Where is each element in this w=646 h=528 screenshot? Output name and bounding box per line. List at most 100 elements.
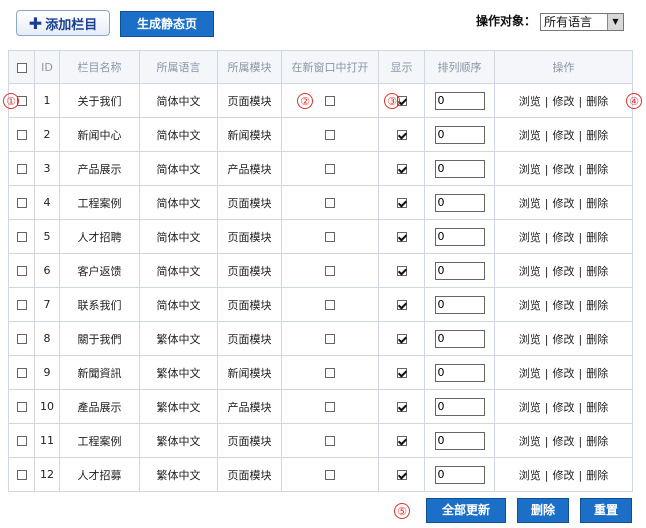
row-select-checkbox[interactable] [16,164,27,174]
show-checkbox[interactable] [396,436,407,446]
delete-link[interactable]: 删除 [586,95,608,108]
delete-link[interactable]: 删除 [586,469,608,482]
order-input[interactable] [434,227,485,246]
order-input[interactable] [434,125,485,144]
edit-link[interactable]: 修改 [553,401,575,414]
separator: | [544,400,549,414]
order-input[interactable] [434,431,485,450]
header-order: 排列顺序 [424,50,495,84]
browse-link[interactable]: 浏览 [519,231,541,244]
row-name: 產品展示 [59,389,140,424]
edit-link[interactable]: 修改 [553,435,575,448]
new-window-checkbox[interactable] [325,232,335,242]
edit-link[interactable]: 修改 [553,95,575,108]
order-input[interactable] [434,465,485,484]
show-checkbox[interactable] [396,470,407,480]
new-window-checkbox[interactable] [325,402,335,412]
edit-link[interactable]: 修改 [553,231,575,244]
delete-link[interactable]: 删除 [586,435,608,448]
show-checkbox[interactable] [396,198,407,208]
row-select-cell [8,219,35,254]
browse-link[interactable]: 浏览 [519,265,541,278]
row-select-checkbox[interactable] [16,334,27,344]
delete-link[interactable]: 删除 [586,299,608,312]
delete-link[interactable]: 删除 [586,367,608,380]
browse-link[interactable]: 浏览 [519,469,541,482]
order-input[interactable] [434,295,485,314]
row-select-checkbox[interactable] [16,436,27,446]
delete-link[interactable]: 删除 [586,197,608,210]
edit-link[interactable]: 修改 [553,333,575,346]
row-select-checkbox[interactable] [16,130,27,140]
order-input[interactable] [434,91,485,110]
browse-link[interactable]: 浏览 [519,299,541,312]
select-all-checkbox[interactable] [16,62,27,73]
language-select[interactable]: 所有语言 ▼ [540,12,624,31]
generate-static-button[interactable]: 生成静态页 [120,11,214,37]
delete-link[interactable]: 删除 [586,163,608,176]
row-select-checkbox[interactable] [16,198,27,208]
new-window-checkbox[interactable] [325,368,335,378]
show-checkbox[interactable] [396,368,407,378]
order-input[interactable] [434,159,485,178]
new-window-checkbox[interactable] [325,470,335,480]
new-window-checkbox[interactable] [325,198,335,208]
delete-link[interactable]: 删除 [586,333,608,346]
order-input[interactable] [434,261,485,280]
show-checkbox[interactable] [396,334,407,344]
show-checkbox[interactable] [396,232,407,242]
order-input[interactable] [434,397,485,416]
new-window-checkbox[interactable] [325,334,335,344]
browse-link[interactable]: 浏览 [519,163,541,176]
edit-link[interactable]: 修改 [553,129,575,142]
edit-link[interactable]: 修改 [553,197,575,210]
browse-link[interactable]: 浏览 [519,333,541,346]
row-select-checkbox[interactable] [16,402,27,412]
browse-link[interactable]: 浏览 [519,95,541,108]
show-checkbox[interactable] [396,300,407,310]
add-column-button[interactable]: ✚ 添加栏目 [16,10,110,36]
order-input[interactable] [434,363,485,382]
show-checkbox[interactable] [396,164,407,174]
delete-link[interactable]: 删除 [586,265,608,278]
show-checkbox[interactable] [396,402,407,412]
new-window-checkbox[interactable] [325,164,335,174]
delete-link[interactable]: 删除 [586,401,608,414]
row-actions: 浏览 | 修改 | 删除 [494,185,633,220]
new-window-checkbox[interactable] [325,130,335,140]
browse-link[interactable]: 浏览 [519,401,541,414]
show-checkbox[interactable] [396,266,407,276]
new-window-checkbox[interactable] [325,300,335,310]
edit-link[interactable]: 修改 [553,163,575,176]
show-checkbox[interactable] [396,130,407,140]
row-select-checkbox[interactable] [16,300,27,310]
delete-button[interactable]: 删除 [517,498,569,523]
reset-button[interactable]: 重置 [580,498,632,523]
delete-link[interactable]: 删除 [586,231,608,244]
update-all-button[interactable]: 全部更新 [426,498,506,523]
row-select-cell [8,355,35,390]
browse-link[interactable]: 浏览 [519,129,541,142]
new-window-checkbox[interactable] [325,96,335,106]
edit-link[interactable]: 修改 [553,469,575,482]
row-select-cell [8,287,35,322]
row-select-checkbox[interactable] [16,232,27,242]
edit-link[interactable]: 修改 [553,265,575,278]
row-select-checkbox[interactable] [16,368,27,378]
edit-link[interactable]: 修改 [553,367,575,380]
separator: | [544,264,549,278]
new-window-checkbox[interactable] [325,266,335,276]
chevron-down-icon[interactable]: ▼ [607,13,623,30]
row-select-checkbox[interactable] [16,470,27,480]
browse-link[interactable]: 浏览 [519,435,541,448]
header-show: 显示 [378,50,425,84]
edit-link[interactable]: 修改 [553,299,575,312]
row-select-checkbox[interactable] [16,266,27,276]
browse-link[interactable]: 浏览 [519,367,541,380]
order-input[interactable] [434,193,485,212]
new-window-checkbox[interactable] [325,436,335,446]
delete-link[interactable]: 删除 [586,129,608,142]
order-input[interactable] [434,329,485,348]
browse-link[interactable]: 浏览 [519,197,541,210]
row-language: 繁体中文 [139,321,218,356]
